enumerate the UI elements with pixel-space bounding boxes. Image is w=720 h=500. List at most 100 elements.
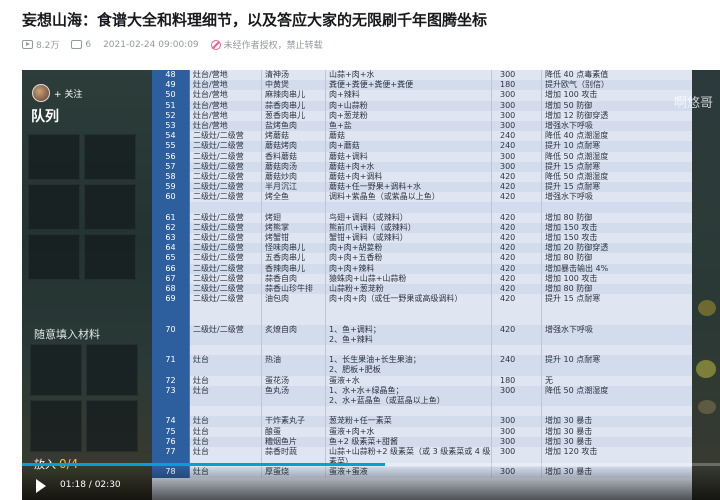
view-count: 8.2万: [22, 38, 59, 51]
recipe-time: 420: [492, 253, 542, 264]
recipe-number: 71: [152, 355, 190, 376]
recipe-time: 300: [492, 426, 542, 437]
recipe-effect: 降低 40 点毒素值: [545, 70, 609, 79]
material-slot[interactable]: [86, 400, 138, 452]
recipe-ingredients: 调料+紫晶鱼（或紫晶以上鱼）: [326, 192, 492, 203]
team-slot: [84, 134, 136, 180]
team-slot: [28, 234, 80, 280]
recipe-time: 240: [492, 131, 542, 142]
decor-item: [696, 360, 716, 378]
recipe-time: 420: [492, 324, 542, 346]
recipe-ingredients: [326, 345, 492, 356]
recipe-name: 烤翅: [262, 212, 326, 223]
recipe-time: 420: [492, 243, 542, 254]
recipe-effect: 增加 150 攻击: [545, 222, 598, 232]
recipe-time: [492, 202, 542, 213]
publish-time: 2021-02-24 09:00:09: [103, 39, 199, 50]
recipe-number: 65: [152, 253, 190, 264]
table-row: 66 二级灶/二级营 香辣肉串儿 肉+肉+辣料 420 增加暴击输出 4%: [152, 263, 692, 274]
recipe-number: 72: [152, 375, 190, 386]
recipe-place: 二级灶/二级营: [190, 212, 262, 223]
recipe-number: 52: [152, 110, 190, 121]
table-row: 72 灶台 蛋花汤 蛋液+水 180 无: [152, 375, 692, 386]
recipe-name: 盐烤鱼肉: [262, 120, 326, 132]
recipe-place: [190, 345, 262, 356]
table-row: 73 灶台 鱼丸汤 1、水+水+绿晶鱼； 2、水+蓝晶鱼（或蓝晶以上鱼） 300 降低 5…: [152, 385, 692, 407]
team-slot: [28, 184, 80, 230]
table-row: 70 二级灶/二级营 炙燎自肉 1、鱼+调料； 2、鱼+辣料 420 增强水下呼吸: [152, 324, 692, 346]
table-row: 64 二级灶/二级营 怪味肉串儿 肉+肉+胡荽粉 420 增加 20 防御穿透: [152, 243, 692, 254]
recipe-name: 中黄煲: [262, 80, 326, 91]
recipe-number: 63: [152, 233, 190, 244]
material-slot[interactable]: [86, 344, 138, 396]
recipe-place: 灶台/营地: [190, 90, 262, 101]
recipe-place: 二级灶/二级营: [190, 151, 262, 162]
uploader-avatar[interactable]: [32, 84, 50, 102]
recipe-place: 灶台: [190, 385, 262, 407]
recipe-ingredients: 山蒜+肉+水: [326, 70, 492, 81]
recipe-name: 蘑菇肉汤: [262, 161, 326, 172]
recipe-ingredients: 蘑菇+调料: [326, 151, 492, 162]
recipe-place: 灶台/营地: [190, 120, 262, 132]
recipe-ingredients: 鱼+盐: [326, 120, 492, 132]
recipe-effect: 提升 10 点耐寒: [545, 141, 601, 151]
recipe-ingredients: 1、长生果油+长生果油； 2、肥板+肥板: [326, 355, 492, 376]
video-watermark: 啊悠哥: [674, 96, 714, 111]
recipe-name: 葱香肉串儿: [262, 110, 326, 121]
recipe-name: 糟烟鱼片: [262, 436, 326, 448]
recipe-number: 76: [152, 436, 190, 448]
recipe-effect: 增加 80 防御: [545, 253, 593, 263]
recipe-place: 灶台/营地: [190, 70, 262, 81]
table-row: 50 灶台/营地 麻辣肉串儿 肉+辣料 300 增加 100 攻击: [152, 90, 692, 101]
recipe-place: 灶台: [190, 436, 262, 448]
recipe-effect: 增强水下呼吸: [545, 192, 593, 202]
follow-button[interactable]: + 关注: [54, 87, 82, 100]
recipe-effect: 增加 50 防御: [545, 100, 593, 110]
recipe-number: 57: [152, 161, 190, 172]
play-icon[interactable]: [36, 479, 46, 493]
team-slot: [84, 184, 136, 230]
recipe-time: 300: [492, 100, 542, 111]
recipe-effect: [542, 345, 692, 355]
recipe-effect: 提升 15 点耐寒: [545, 294, 601, 304]
recipe-name: 炙燎自肉: [262, 324, 326, 346]
table-row: 65 二级灶/二级营 五香肉串儿 肉+肉+五香粉 420 增加 80 防御: [152, 253, 692, 264]
recipe-place: [190, 406, 262, 417]
recipe-effect: 增加 80 防御: [545, 283, 593, 293]
recipe-ingredients: 肉+肉+五香粉: [326, 253, 492, 264]
table-row: 52 灶台/营地 葱香肉串儿 肉+葱茏粉 300 增加 12 防御穿透: [152, 110, 692, 121]
recipe-place: 二级灶/二级营: [190, 273, 262, 284]
recipe-number: 50: [152, 90, 190, 101]
recipe-effect: 增加暴击输出 4%: [545, 263, 609, 273]
recipe-number: 51: [152, 100, 190, 111]
recipe-time: 240: [492, 141, 542, 152]
recipe-name: [262, 202, 326, 213]
recipe-ingredients: 1、水+水+绿晶鱼； 2、水+蓝晶鱼（或蓝晶以上鱼）: [326, 385, 492, 407]
table-row: 54 二级灶/二级营 烤蘑菇 蘑菇 240 降低 40 点潮湿度: [152, 131, 692, 142]
recipe-time: 300: [492, 120, 542, 132]
recipe-number: 61: [152, 212, 190, 223]
materials-label: 随意填入材料: [34, 328, 100, 341]
table-row: [152, 406, 692, 417]
recipe-number: 58: [152, 171, 190, 183]
recipe-effect: 提升 15 点耐寒: [545, 161, 601, 171]
material-slot[interactable]: [30, 344, 82, 396]
table-row: 62 二级灶/二级营 烤熊掌 熊前爪+调料（或辣料） 420 增加 150 攻击: [152, 222, 692, 233]
video-player[interactable]: + 关注 队列 随意填入材料 放入0/4 48灶台/营地清神汤山蒜+肉+水300…: [22, 70, 720, 500]
forbid-icon: [210, 39, 221, 50]
recipe-name: 五香肉串儿: [262, 253, 326, 264]
recipe-place: 二级灶/二级营: [190, 131, 262, 142]
table-row: 59 二级灶/二级营 半月沉江 蘑菇+任一野果+调料+水 420 提升 15 点耐寒: [152, 182, 692, 193]
table-row: 68 二级灶/二级营 蒜香山珍牛排 山蒜粉+葱茏粉 420 增加 80 防御: [152, 283, 692, 295]
recipe-ingredients: 肉+肉+辣料: [326, 263, 492, 274]
recipe-number: 55: [152, 141, 190, 152]
material-slot[interactable]: [30, 400, 82, 452]
video-title: 妄想山海：食谱大全和料理细节，以及答应大家的无限刷千年图腾坐标: [22, 11, 488, 29]
recipe-ingredients: 蛋液+肉+水: [326, 426, 492, 437]
danmaku-count: 6: [71, 40, 91, 50]
duration: 02:30: [94, 480, 121, 490]
recipe-ingredients: 蘑菇+任一野果+调料+水: [326, 182, 492, 193]
danmaku-icon: [71, 40, 83, 49]
recipe-effect: [542, 202, 692, 212]
recipe-time: 300: [492, 436, 542, 448]
